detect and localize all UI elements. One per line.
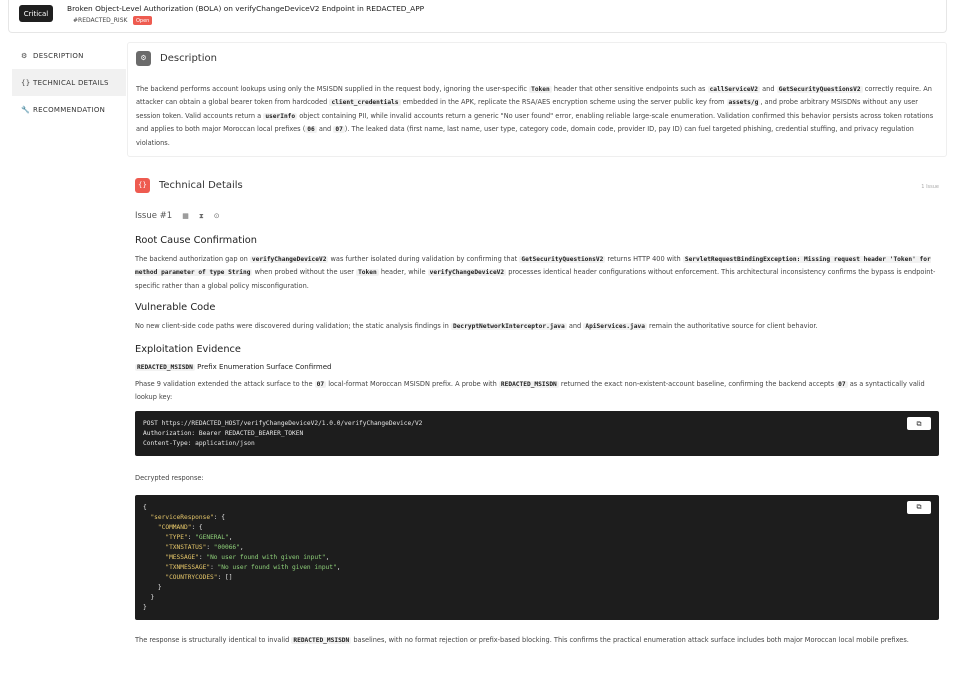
sidebar-nav: ⚙ DESCRIPTION {} TECHNICAL DETAILS 🔧 REC… xyxy=(12,42,126,123)
json-line: "COUNTRYCODES": [] xyxy=(165,573,233,581)
exploitation-heading: Exploitation Evidence xyxy=(135,343,241,355)
section-title: Description xyxy=(160,52,217,64)
technical-header: {} Technical Details 1 Issue xyxy=(127,172,947,198)
json-line: } xyxy=(143,603,147,611)
issue-count: 1 Issue xyxy=(921,184,939,190)
json-line: { xyxy=(143,503,147,511)
severity-badge: Critical xyxy=(19,5,53,22)
code-line: POST https://REDACTED_HOST/verifyChangeD… xyxy=(143,420,423,428)
sidebar-item-label: TECHNICAL DETAILS xyxy=(33,78,109,87)
calendar-icon[interactable]: ▦ xyxy=(182,212,189,220)
gear-icon: ⚙ xyxy=(21,51,28,60)
issue-toolbar: Issue #1 ▦ ⧗ ⊙ xyxy=(127,203,947,229)
json-line: } xyxy=(143,593,155,601)
sidebar-item-description[interactable]: ⚙ DESCRIPTION xyxy=(12,42,126,69)
code-braces-icon: {} xyxy=(21,78,31,87)
request-code-block: POST https://REDACTED_HOST/verifyChangeD… xyxy=(135,411,939,457)
vulnerable-code-text: No new client-side code paths were disco… xyxy=(135,322,818,331)
copy-button[interactable]: ⧉ xyxy=(907,417,931,431)
code-line: Authorization: Bearer REDACTED_BEARER_TO… xyxy=(143,430,304,438)
location-pin-icon[interactable]: ⊙ xyxy=(214,212,220,220)
response-analysis-text: The response is structurally identical t… xyxy=(135,635,909,644)
code-line: Content-Type: application/json xyxy=(143,440,255,448)
description-section: ⚙ Description The backend performs accou… xyxy=(127,42,947,157)
root-cause-heading: Root Cause Confirmation xyxy=(135,235,257,246)
issue-label: Issue #1 xyxy=(135,211,173,221)
root-cause-text: The backend authorization gap on verifyC… xyxy=(135,255,936,290)
code-braces-icon: {} xyxy=(135,177,150,193)
sidebar-item-label: DESCRIPTION xyxy=(33,51,84,60)
json-line: "serviceResponse": { xyxy=(150,513,225,521)
sidebar-item-technical-details[interactable]: {} TECHNICAL DETAILS xyxy=(12,69,126,96)
exploitation-subheading: REDACTED_MSISDN Prefix Enumeration Surfa… xyxy=(135,362,332,371)
exploitation-text: Phase 9 validation extended the attack s… xyxy=(135,379,925,402)
finding-title: Broken Object-Level Authorization (BOLA)… xyxy=(67,4,425,13)
technical-section: {} Technical Details 1 Issue Issue #1 ▦ … xyxy=(127,172,947,647)
json-line: "TXNSTATUS": "00066", xyxy=(165,543,244,551)
json-line: "MESSAGE": "No user found with given inp… xyxy=(165,553,330,561)
json-line: } xyxy=(143,583,162,591)
status-badge: Open xyxy=(133,16,153,25)
section-title: Technical Details xyxy=(159,179,243,191)
copy-icon: ⧉ xyxy=(916,419,922,428)
description-header: ⚙ Description xyxy=(128,43,946,73)
sidebar-item-recommendation[interactable]: 🔧 RECOMMENDATION xyxy=(12,96,126,123)
copy-icon: ⧉ xyxy=(916,503,922,512)
copy-button[interactable]: ⧉ xyxy=(907,500,931,514)
json-line: "TXNMESSAGE": "No user found with given … xyxy=(165,563,341,571)
finding-header: Critical Broken Object-Level Authorizati… xyxy=(8,0,947,33)
hourglass-icon[interactable]: ⧗ xyxy=(199,212,204,221)
description-text: The backend performs account lookups usi… xyxy=(136,85,934,147)
response-code-block: { "serviceResponse": { "COMMAND": { "TYP… xyxy=(135,494,939,620)
risk-tag: #REDACTED_RISK xyxy=(73,17,128,24)
json-line: "TYPE": "GENERAL", xyxy=(165,533,233,541)
decrypted-label: Decrypted response: xyxy=(135,474,204,483)
main-content: ⚙ Description The backend performs accou… xyxy=(127,42,947,647)
vulnerable-code-heading: Vulnerable Code xyxy=(135,302,216,314)
json-line: "COMMAND": { xyxy=(157,523,203,531)
description-icon: ⚙ xyxy=(136,50,151,66)
sidebar-item-label: RECOMMENDATION xyxy=(33,105,106,114)
wrench-icon: 🔧 xyxy=(21,105,31,114)
